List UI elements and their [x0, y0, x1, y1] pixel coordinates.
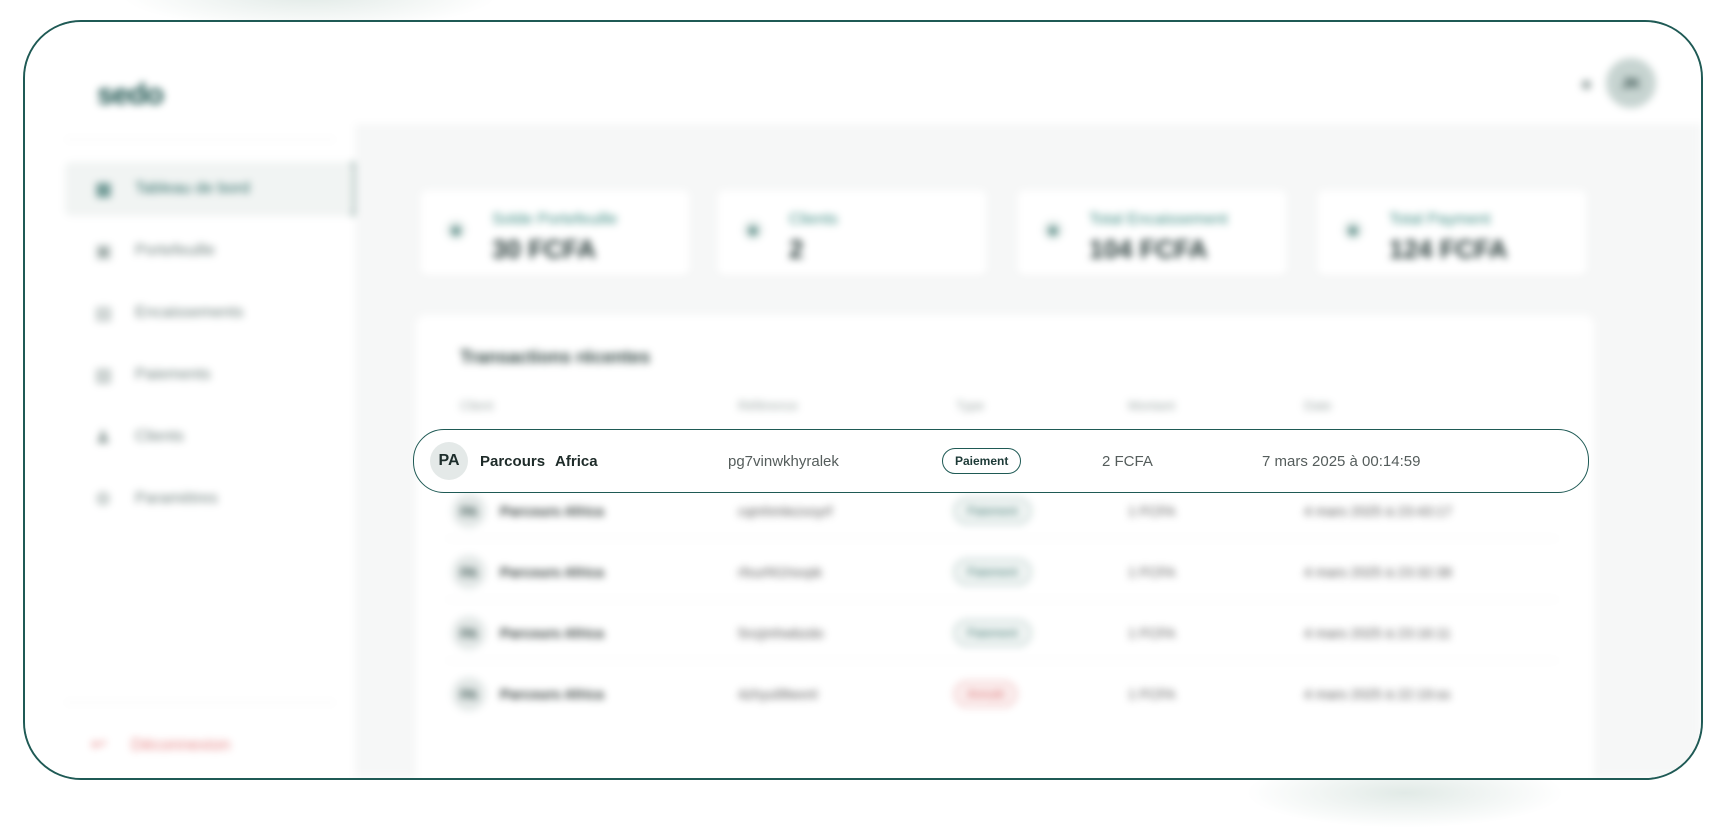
client-name: Parcours Africa	[500, 686, 604, 702]
stat-label: Solde Portefeuille	[492, 211, 618, 228]
sidebar-item-label: Paramètres	[135, 490, 218, 507]
sidebar-item-label: Paiements	[135, 366, 211, 383]
reference-cell: pg7vinwkhyralek	[728, 452, 839, 470]
stat-label: Clients	[789, 211, 838, 228]
status-badge: Annulé	[954, 681, 1018, 707]
divider	[65, 139, 335, 140]
client-cell: PA Parcours Africa	[430, 430, 598, 492]
stat-value: 2	[789, 234, 804, 264]
brand-logo[interactable]: sedo	[97, 78, 164, 112]
cash-icon: ◉	[1043, 220, 1063, 240]
status-badge: Paiement	[954, 498, 1031, 524]
bell-icon[interactable]: ●	[1580, 71, 1593, 97]
user-avatar[interactable]: JK	[1606, 58, 1656, 108]
sidebar-item-label: Tableau de bord	[135, 180, 250, 197]
card-icon: ◉	[1343, 220, 1363, 240]
type-cell: Annulé	[954, 661, 1018, 727]
client-name: Parcours Africa	[500, 564, 604, 580]
client-last-name: Africa	[555, 452, 598, 470]
stat-card-collections: ◉ Total Encaissement 104 FCFA	[1017, 190, 1287, 276]
type-cell: Paiement	[954, 539, 1031, 605]
type-badge: Paiement	[942, 448, 1022, 474]
sidebar-item-label: Clients	[135, 428, 184, 445]
amount-cell: 1 FCFA	[1128, 564, 1176, 580]
avatar: PA	[452, 677, 486, 711]
wallet-icon: ◉	[446, 220, 466, 240]
card-icon: ▧	[95, 364, 113, 385]
cash-icon: ▤	[95, 302, 113, 323]
sidebar: sedo ▦ Tableau de bord ▣ Portefeuille ▤ …	[25, 22, 355, 778]
sidebar-item-settings[interactable]: ⚙ Paramètres	[65, 472, 353, 526]
chart-icon: ▦	[95, 178, 113, 199]
client-name: Parcours Africa	[500, 503, 604, 519]
avatar: PA	[452, 494, 486, 528]
highlighted-transaction-row[interactable]: PA Parcours Africa pg7vinwkhyralek Paiem…	[413, 429, 1589, 493]
amount-cell: 1 FCFA	[1128, 686, 1176, 702]
date-cell: 4 mars 2025 à 22:19:ss	[1304, 686, 1451, 702]
client-cell: PA Parcours Africa	[452, 600, 604, 666]
stat-value: 124 FCFA	[1389, 234, 1508, 264]
type-cell: Paiement	[954, 600, 1031, 666]
transactions-panel: Transactions récentes Client Référence T…	[416, 315, 1594, 778]
client-avatar: PA	[430, 442, 468, 480]
stat-card-clients: ◉ Clients 2	[717, 190, 987, 276]
panel-title: Transactions récentes	[460, 347, 651, 367]
users-icon: ♟	[95, 426, 112, 447]
logout-button[interactable]: ↩ Déconnexion	[91, 734, 230, 755]
blurred-dashboard: sedo ▦ Tableau de bord ▣ Portefeuille ▤ …	[25, 22, 1701, 778]
stat-card-payments: ◉ Total Payment 124 FCFA	[1317, 190, 1587, 276]
column-header: Référence	[738, 398, 798, 413]
sidebar-item-clients[interactable]: ♟ Clients	[65, 410, 353, 464]
sidebar-item-collections[interactable]: ▤ Encaissements	[65, 286, 353, 340]
table-row[interactable]: PA Parcours Africa 5nzjmhwbzdo Paiement …	[446, 599, 1558, 666]
date-cell: 4 mars 2025 à 23:16:11	[1304, 625, 1451, 641]
divider	[65, 702, 335, 703]
stat-card-wallet: ◉ Solde Portefeuille 30 FCFA	[420, 190, 690, 276]
logout-label: Déconnexion	[131, 734, 231, 754]
client-cell: PA Parcours Africa	[452, 661, 604, 727]
sidebar-item-payments[interactable]: ▧ Paiements	[65, 348, 353, 402]
column-header: Type	[956, 398, 985, 413]
avatar: PA	[452, 616, 486, 650]
column-header: Date	[1304, 398, 1332, 413]
table-row[interactable]: PA Parcours Africa 4zhyul9lwvnl Annulé 1…	[446, 660, 1558, 727]
sidebar-item-label: Portefeuille	[135, 242, 216, 259]
reference-cell: rfxurf41hsvpk	[738, 564, 823, 580]
date-cell: 4 mars 2025 à 23:32:38	[1304, 564, 1452, 580]
reference-cell: 5nzjmhwbzdo	[738, 625, 824, 641]
logout-icon: ↩	[91, 734, 107, 754]
gear-icon: ⚙	[95, 488, 112, 509]
status-badge: Paiement	[954, 620, 1031, 646]
column-header: Montant	[1128, 398, 1175, 413]
client-first-name: Parcours	[480, 452, 546, 470]
amount-cell: 1 FCFA	[1128, 625, 1176, 641]
table-row[interactable]: PA Parcours Africa rfxurf41hsvpk Paiemen…	[446, 538, 1558, 605]
client-cell: PA Parcours Africa	[452, 539, 604, 605]
sidebar-item-wallet[interactable]: ▣ Portefeuille	[65, 224, 353, 278]
amount-cell: 2 FCFA	[1102, 452, 1153, 470]
app-window: sedo ▦ Tableau de bord ▣ Portefeuille ▤ …	[23, 20, 1703, 780]
stat-label: Total Payment	[1389, 211, 1491, 228]
sidebar-nav: ▦ Tableau de bord ▣ Portefeuille ▤ Encai…	[65, 162, 353, 534]
status-badge: Paiement	[954, 559, 1031, 585]
wallet-icon: ▣	[95, 240, 113, 261]
stat-value: 104 FCFA	[1089, 234, 1208, 264]
date-cell: 7 mars 2025 à 00:14:59	[1262, 452, 1421, 470]
sidebar-item-dashboard[interactable]: ▦ Tableau de bord	[65, 162, 353, 216]
type-cell: Paiement	[942, 430, 1022, 492]
users-icon: ◉	[743, 220, 763, 240]
avatar: PA	[452, 555, 486, 589]
stat-value: 30 FCFA	[492, 234, 597, 264]
top-header: ● JK	[355, 22, 1701, 124]
stat-label: Total Encaissement	[1089, 211, 1228, 228]
client-name: Parcours Africa	[500, 625, 604, 641]
reference-cell: 4zhyul9lwvnl	[738, 686, 818, 702]
sidebar-item-label: Encaissements	[135, 304, 244, 321]
column-header: Client	[460, 398, 494, 413]
